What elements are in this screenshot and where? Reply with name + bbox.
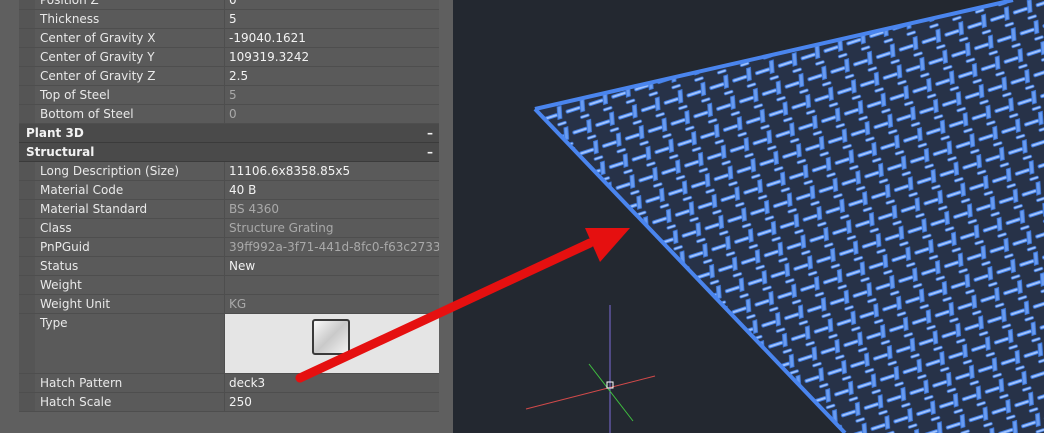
property-name: Bottom of Steel — [19, 105, 224, 123]
property-value[interactable]: -19040.1621 — [224, 29, 439, 47]
property-row[interactable]: Material Code 40 B — [19, 181, 439, 200]
property-row[interactable]: Position Z0 — [19, 0, 439, 10]
property-value: BS 4360 — [224, 200, 439, 218]
property-row[interactable]: Hatch Pattern deck3 — [19, 374, 439, 393]
property-name: Position Z — [19, 0, 224, 9]
property-name: Thickness — [19, 10, 224, 28]
property-row[interactable]: Center of Gravity X -19040.1621 — [19, 29, 439, 48]
property-name: Long Description (Size) — [19, 162, 224, 180]
grating-plate[interactable] — [453, 0, 1044, 433]
property-value: KG — [224, 295, 439, 313]
property-name: Center of Gravity X — [19, 29, 224, 47]
category-structural[interactable]: Structural – — [19, 143, 439, 162]
property-row[interactable]: PnPGuid 39ff992a-3f71-441d-8fc0-f63c27330… — [19, 238, 439, 257]
model-viewport[interactable] — [453, 0, 1044, 433]
property-name: PnPGuid — [19, 238, 224, 256]
property-row-type[interactable]: Type — [19, 314, 439, 374]
property-name: Center of Gravity Z — [19, 67, 224, 85]
property-value: Structure Grating — [224, 219, 439, 237]
category-plant3d-label: Plant 3D — [26, 126, 84, 140]
property-value[interactable]: 109319.3242 — [224, 48, 439, 66]
property-value[interactable]: 11106.6x8358.85x5 — [224, 162, 439, 180]
property-value[interactable]: deck3 — [224, 374, 439, 392]
property-value: 5 — [224, 86, 439, 104]
property-name: Class — [19, 219, 224, 237]
property-row[interactable]: Status New — [19, 257, 439, 276]
property-name: Material Standard — [19, 200, 224, 218]
property-value[interactable]: 2.5 — [224, 67, 439, 85]
property-value[interactable] — [224, 276, 439, 294]
property-value[interactable]: New — [224, 257, 439, 275]
property-name: Top of Steel — [19, 86, 224, 104]
property-value: 0 — [224, 105, 439, 123]
property-name: Type — [19, 314, 224, 373]
property-value[interactable]: 5 — [224, 10, 439, 28]
property-row[interactable]: Weight — [19, 276, 439, 295]
property-value[interactable]: 0 — [224, 0, 439, 9]
palette-gutter — [0, 0, 19, 433]
property-row[interactable]: Weight Unit KG — [19, 295, 439, 314]
property-row[interactable]: Material Standard BS 4360 — [19, 200, 439, 219]
property-name: Weight — [19, 276, 224, 294]
property-row[interactable]: Top of Steel 5 — [19, 86, 439, 105]
property-row[interactable]: Bottom of Steel 0 — [19, 105, 439, 124]
type-swatch-cell[interactable] — [224, 314, 439, 373]
property-name: Hatch Scale — [19, 393, 224, 411]
property-grid: Position Z 0 Thickness 5 Center of Gravity X… — [19, 0, 439, 412]
type-swatch-icon[interactable] — [312, 319, 350, 355]
category-structural-label: Structural — [26, 145, 95, 159]
property-name: Hatch Pattern — [19, 374, 224, 392]
collapse-icon[interactable]: – — [427, 124, 433, 143]
property-row[interactable]: Hatch Scale 250 — [19, 393, 439, 412]
property-row[interactable]: Center of Gravity Z 2.5 — [19, 67, 439, 86]
category-plant3d[interactable]: Plant 3D – — [19, 124, 439, 143]
ucs-icon — [525, 305, 656, 433]
property-value[interactable]: 40 B — [224, 181, 439, 199]
property-row[interactable]: Center of Gravity Y 109319.3242 — [19, 48, 439, 67]
property-row[interactable]: Long Description (Size) 11106.6x8358.85x5 — [19, 162, 439, 181]
property-value[interactable]: 250 — [224, 393, 439, 411]
property-name: Center of Gravity Y — [19, 48, 224, 66]
collapse-icon[interactable]: – — [427, 143, 433, 162]
property-name: Material Code — [19, 181, 224, 199]
properties-palette: Position Z 0 Thickness 5 Center of Gravity X… — [0, 0, 453, 433]
viewport-canvas[interactable] — [453, 0, 1044, 433]
property-name: Status — [19, 257, 224, 275]
property-name: Weight Unit — [19, 295, 224, 313]
property-row[interactable]: Class Structure Grating — [19, 219, 439, 238]
property-row[interactable]: Thickness 5 — [19, 10, 439, 29]
property-value: 39ff992a-3f71-441d-8fc0-f63c27330... — [224, 238, 439, 256]
